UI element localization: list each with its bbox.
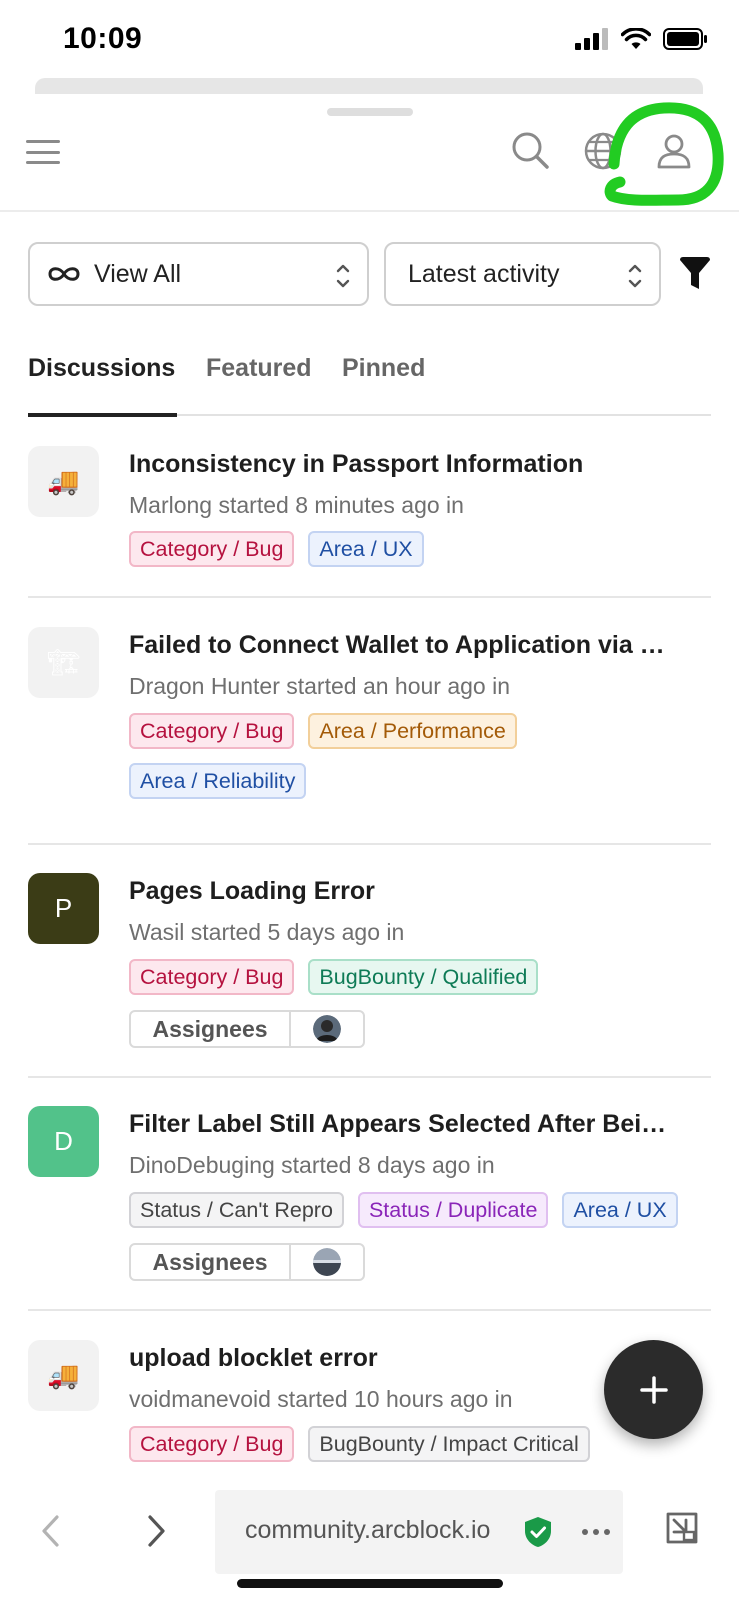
tag[interactable]: Area / UX [308, 531, 424, 567]
funnel-icon[interactable] [679, 256, 711, 292]
new-discussion-button[interactable] [604, 1340, 703, 1439]
chevron-right-icon[interactable] [143, 1514, 169, 1548]
chevron-left-icon[interactable] [38, 1514, 64, 1548]
view-select-label: View All [94, 259, 182, 288]
tag[interactable]: Area / Performance [308, 713, 517, 749]
discussion-title[interactable]: Inconsistency in Passport Information [129, 450, 689, 479]
assignees-box[interactable]: Assignees [129, 1243, 365, 1281]
tag[interactable]: Category / Bug [129, 1426, 295, 1462]
minimize-window-icon[interactable] [664, 1510, 700, 1546]
discussion-item[interactable]: 🏗 Failed to Connect Wallet to Applicatio… [28, 627, 711, 827]
avatar: 🏗 [28, 627, 99, 698]
shield-check-icon [525, 1517, 551, 1547]
tab-discussions[interactable]: Discussions [28, 354, 175, 383]
wifi-icon [621, 28, 651, 49]
tag[interactable]: Status / Duplicate [357, 1192, 549, 1228]
assignees-label: Assignees [131, 1012, 291, 1046]
divider [28, 1076, 711, 1078]
assignees-box[interactable]: Assignees [129, 1010, 365, 1048]
app-header [0, 102, 739, 212]
tag-row: Area / Reliability [129, 763, 307, 799]
chevron-updown-icon [336, 264, 350, 288]
discussion-title[interactable]: Filter Label Still Appears Selected Afte… [129, 1110, 689, 1139]
highlight-annotation [604, 102, 724, 206]
divider [28, 843, 711, 845]
status-time: 10:09 [63, 22, 143, 55]
view-select[interactable]: View All [28, 242, 369, 306]
chevron-updown-icon [628, 264, 642, 288]
assignees-label: Assignees [131, 1245, 291, 1279]
tab-featured[interactable]: Featured [206, 354, 312, 383]
tag[interactable]: Status / Can't Repro [129, 1192, 344, 1228]
tag[interactable]: Category / Bug [129, 959, 295, 995]
discussion-title[interactable]: upload blocklet error [129, 1344, 689, 1373]
tag[interactable]: Category / Bug [129, 713, 295, 749]
search-icon[interactable] [508, 128, 554, 174]
divider [28, 596, 711, 598]
tag-row: Category / Bug Area / Performance [129, 713, 517, 749]
tag[interactable]: BugBounty / Impact Critical [308, 1426, 590, 1462]
discussion-item[interactable]: 🚚 Inconsistency in Passport Information … [28, 446, 711, 576]
plus-icon [639, 1375, 668, 1404]
status-icons [575, 28, 709, 50]
tag-row: Category / Bug BugBounty / Qualified [129, 959, 539, 995]
hamburger-menu-icon[interactable] [26, 138, 60, 166]
tab-active-indicator [28, 413, 177, 417]
discussion-meta: Marlong started 8 minutes ago in [129, 492, 464, 518]
tag[interactable]: Area / Reliability [129, 763, 307, 799]
discussion-meta: Wasil started 5 days ago in [129, 919, 405, 945]
tab-pinned[interactable]: Pinned [342, 354, 425, 383]
avatar: D [28, 1106, 99, 1177]
sort-select[interactable]: Latest activity [384, 242, 661, 306]
battery-icon [663, 28, 707, 50]
status-bar: 10:09 [0, 0, 739, 80]
discussion-meta: DinoDebuging started 8 days ago in [129, 1152, 495, 1178]
assignee-avatar[interactable] [291, 1012, 363, 1046]
discussion-meta: voidmanevoid started 10 hours ago in [129, 1386, 513, 1412]
tabs: Discussions Featured Pinned [28, 350, 711, 417]
tag[interactable]: BugBounty / Qualified [308, 959, 539, 995]
assignee-avatar-image [313, 1015, 341, 1043]
tag[interactable]: Area / UX [562, 1192, 678, 1228]
avatar: P [28, 873, 99, 944]
assignee-avatar-image [313, 1248, 341, 1276]
more-dots-icon[interactable] [581, 1528, 611, 1536]
sheet-grabber[interactable] [327, 108, 413, 116]
tag-row: Category / Bug Area / UX [129, 531, 424, 567]
discussion-meta: Dragon Hunter started an hour ago in [129, 673, 511, 699]
avatar: 🚚 [28, 446, 99, 517]
discussion-title[interactable]: Failed to Connect Wallet to Application … [129, 631, 689, 660]
discussion-item[interactable]: D Filter Label Still Appears Selected Af… [28, 1106, 711, 1286]
infinity-icon [48, 267, 80, 281]
address-bar[interactable]: community.arcblock.io [215, 1490, 623, 1574]
sort-select-label: Latest activity [408, 259, 560, 288]
discussion-item[interactable]: P Pages Loading Error Wasil started 5 da… [28, 873, 711, 1053]
tag-row: Status / Can't Repro Status / Duplicate … [129, 1192, 678, 1228]
home-indicator[interactable] [237, 1579, 503, 1588]
signal-icon [575, 28, 608, 50]
avatar: 🚚 [28, 1340, 99, 1411]
url-text: community.arcblock.io [245, 1516, 491, 1544]
divider [28, 1309, 711, 1311]
tag[interactable]: Category / Bug [129, 531, 295, 567]
discussion-title[interactable]: Pages Loading Error [129, 877, 689, 906]
tag-row: Category / Bug BugBounty / Impact Critic… [129, 1426, 590, 1462]
assignee-avatar[interactable] [291, 1245, 363, 1279]
